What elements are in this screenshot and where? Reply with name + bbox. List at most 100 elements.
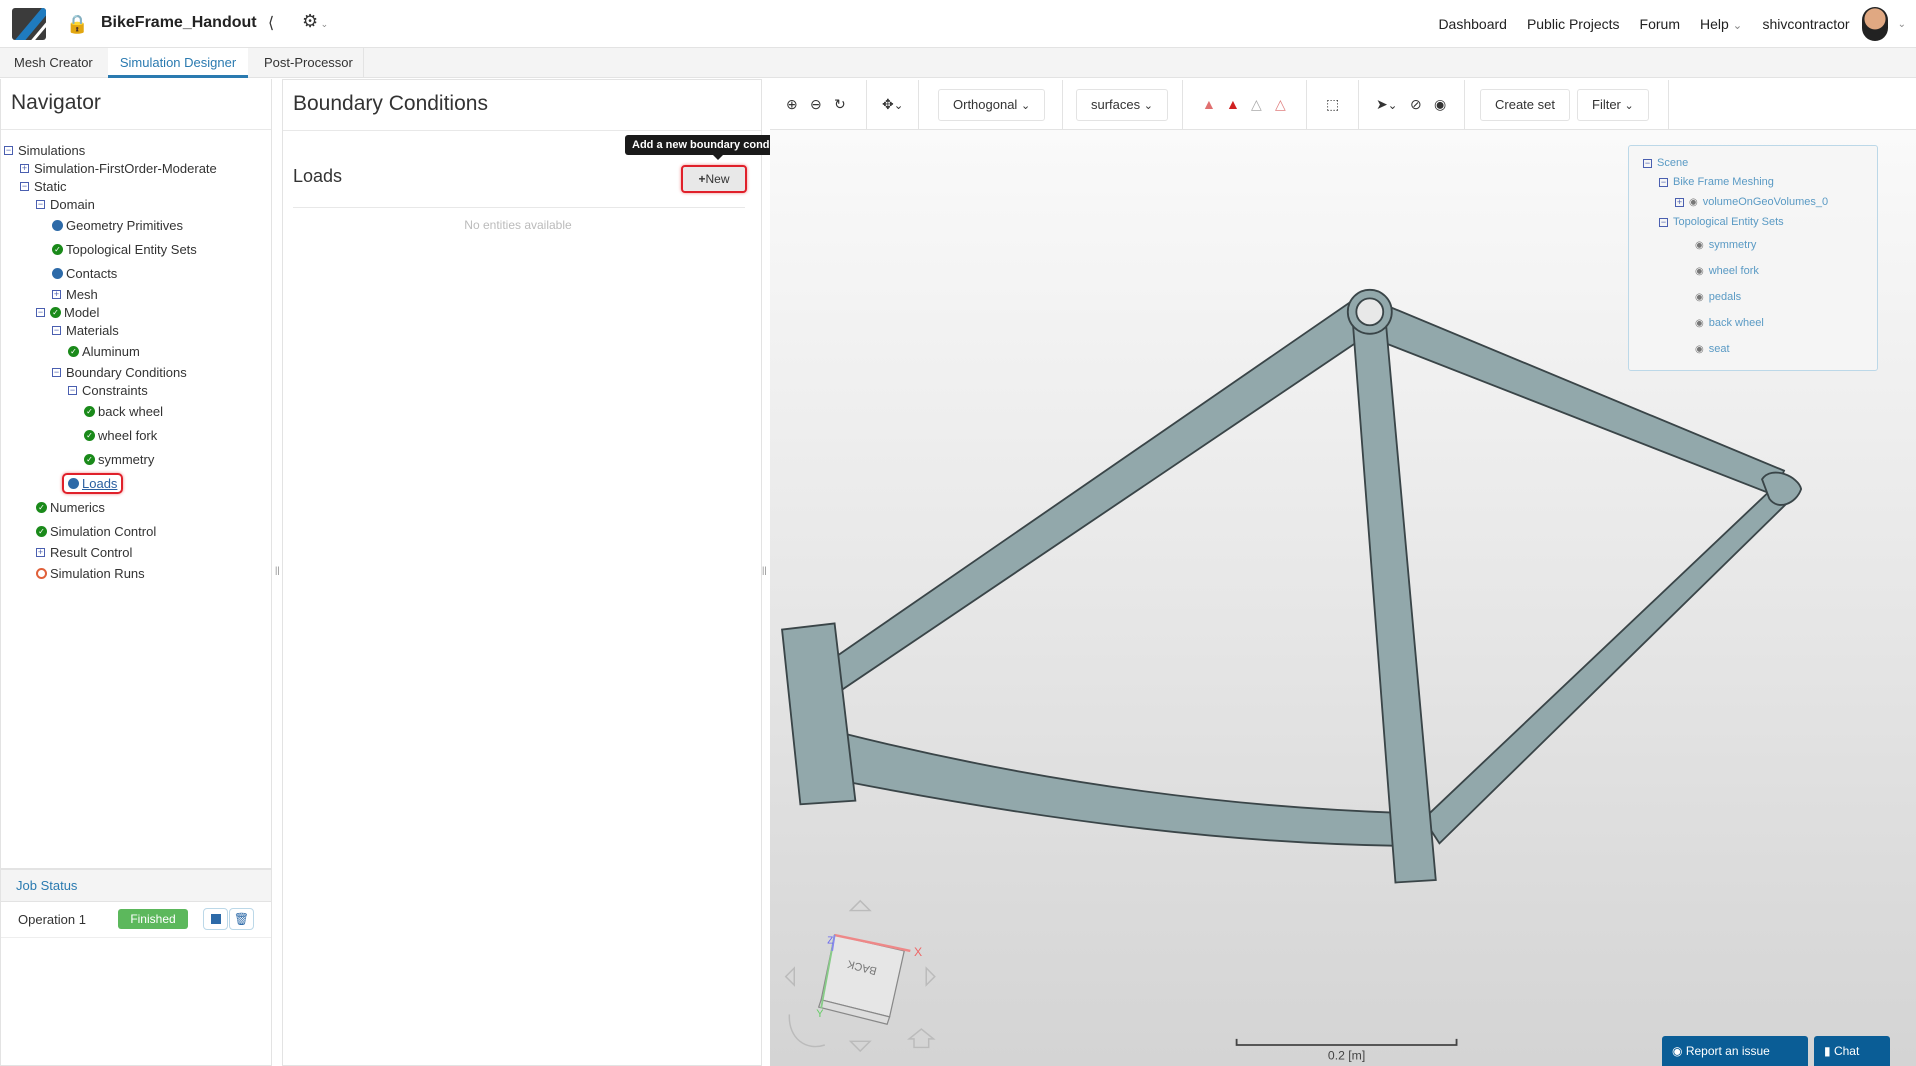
collapse-icon[interactable]: −	[20, 182, 29, 191]
box-select-icon[interactable]: ⬚	[1326, 96, 1339, 113]
pan-icon[interactable]: ✥⌄	[882, 96, 904, 113]
render-mode-dropdown[interactable]: surfaces ⌄	[1076, 89, 1168, 121]
tree-item[interactable]: − Domain	[36, 197, 95, 212]
projection-dropdown[interactable]: Orthogonal ⌄	[938, 89, 1046, 121]
tree-item[interactable]: − Simulations	[4, 143, 85, 158]
expand-icon[interactable]: +	[52, 290, 61, 299]
tree-item[interactable]: Contacts	[52, 266, 117, 281]
eye-icon[interactable]: ◉	[1689, 197, 1698, 208]
selected-highlight[interactable]: Loads	[62, 473, 124, 494]
filter-dropdown[interactable]: Filter ⌄	[1577, 89, 1649, 121]
nav-help[interactable]: Help ⌄	[1700, 16, 1742, 32]
select-volume-icon[interactable]: ▲	[1202, 96, 1216, 112]
tree-item[interactable]: ✓ wheel fork	[84, 428, 157, 443]
empty-state: No entities available	[464, 218, 572, 232]
zoom-out-icon[interactable]: ⊖	[810, 96, 822, 113]
select-face-icon[interactable]: ▲	[1226, 96, 1240, 112]
eye-icon[interactable]: ◉	[1695, 344, 1704, 355]
scene-tree-label: seat	[1708, 343, 1730, 355]
delete-button[interactable]: 🗑	[229, 908, 254, 930]
tree-item[interactable]: − Boundary Conditions	[52, 365, 187, 380]
scene-tree-item[interactable]: − Bike Frame Meshing	[1659, 176, 1774, 188]
nav-dashboard[interactable]: Dashboard	[1438, 16, 1507, 32]
tab-simulation-designer[interactable]: Simulation Designer	[108, 48, 248, 78]
tab-mesh-creator[interactable]: Mesh Creator	[4, 48, 103, 78]
scene-tree-item[interactable]: ◉ symmetry	[1695, 239, 1756, 251]
eye-icon[interactable]: ◉	[1695, 240, 1704, 251]
collapse-icon[interactable]: −	[36, 308, 45, 317]
tree-item-label: Materials	[66, 323, 119, 338]
create-set-button[interactable]: Create set	[1480, 89, 1570, 121]
eye-icon[interactable]: ◉	[1695, 318, 1704, 329]
panel-title: Boundary Conditions	[293, 92, 488, 115]
chat-label: Chat	[1833, 1044, 1860, 1058]
camera-icon: ◉	[1672, 1044, 1686, 1058]
report-label: Report an issue	[1685, 1044, 1770, 1058]
tree-item[interactable]: ✓ Aluminum	[68, 344, 140, 359]
tree-item[interactable]: ✓ Topological Entity Sets	[52, 242, 197, 257]
tree-item[interactable]: ✓ symmetry	[84, 452, 154, 467]
tree-item[interactable]: Simulation Runs	[36, 566, 145, 581]
lock-icon: 🔒	[66, 14, 89, 34]
tree-item[interactable]: ✓ back wheel	[84, 404, 163, 419]
tree-item[interactable]: − Static	[20, 179, 67, 194]
zoom-in-icon[interactable]: ⊕	[786, 96, 798, 113]
gear-icon[interactable]: ⚙ ⌄	[302, 11, 328, 32]
tree-item[interactable]: Geometry Primitives	[52, 218, 183, 233]
expand-icon[interactable]: +	[20, 164, 29, 173]
panel-splitter[interactable]: ||	[275, 565, 280, 575]
tree-item[interactable]: Loads	[62, 473, 124, 494]
new-load-button[interactable]: +New	[681, 165, 747, 193]
reset-view-icon[interactable]: ↻	[834, 96, 846, 113]
tree-item[interactable]: ✓ Simulation Control	[36, 524, 156, 539]
pointer-icon[interactable]: ➤⌄	[1376, 96, 1398, 113]
filter-label: Filter	[1592, 97, 1621, 112]
nav-forum[interactable]: Forum	[1640, 16, 1680, 32]
share-icon[interactable]: ⟨	[268, 13, 274, 33]
check-icon: ✓	[84, 406, 95, 417]
hide-icon[interactable]: ⊘	[1410, 96, 1422, 113]
workflow-tabs: Mesh Creator Simulation Designer Post-Pr…	[0, 48, 1916, 78]
tree-item[interactable]: + Result Control	[36, 545, 132, 560]
eye-icon[interactable]: ◉	[1695, 266, 1704, 277]
tree-item[interactable]: − Constraints	[68, 383, 148, 398]
select-edge-icon[interactable]: △	[1251, 96, 1262, 113]
status-dot-icon	[52, 268, 63, 279]
collapse-icon[interactable]: −	[4, 146, 13, 155]
user-name[interactable]: shivcontractor	[1762, 16, 1849, 32]
chevron-down-icon[interactable]: ⌄	[1898, 19, 1906, 30]
expand-icon[interactable]: +	[1675, 197, 1684, 207]
tree-item[interactable]: − Materials	[52, 323, 119, 338]
collapse-icon[interactable]: −	[1643, 158, 1652, 168]
scene-tree-item[interactable]: ◉ pedals	[1695, 291, 1741, 303]
tree-item[interactable]: + Simulation-FirstOrder-Moderate	[20, 161, 217, 176]
scene-tree-item[interactable]: + ◉ volumeOnGeoVolumes_0	[1675, 196, 1828, 208]
collapse-icon[interactable]: −	[52, 368, 61, 377]
report-issue-button[interactable]: ◉ Report an issue	[1662, 1036, 1808, 1066]
scene-tree-item[interactable]: ◉ wheel fork	[1695, 265, 1759, 277]
collapse-icon[interactable]: −	[1659, 177, 1668, 187]
scene-tree-item[interactable]: ◉ seat	[1695, 343, 1730, 355]
expand-icon[interactable]: +	[36, 548, 45, 557]
collapse-icon[interactable]: −	[1659, 217, 1668, 227]
select-node-icon[interactable]: △	[1275, 96, 1286, 113]
scene-tree-item[interactable]: − Topological Entity Sets	[1659, 216, 1784, 228]
tab-post-processor[interactable]: Post-Processor	[254, 48, 364, 78]
collapse-icon[interactable]: −	[68, 386, 77, 395]
avatar[interactable]	[1861, 7, 1888, 41]
nav-public-projects[interactable]: Public Projects	[1527, 16, 1620, 32]
tree-item[interactable]: ✓ Numerics	[36, 500, 105, 515]
eye-icon[interactable]: ◉	[1434, 96, 1446, 113]
tree-item[interactable]: − ✓ Model	[36, 305, 99, 320]
tree-item[interactable]: + Mesh	[52, 287, 98, 302]
collapse-icon[interactable]: −	[52, 326, 61, 335]
stop-button[interactable]	[203, 908, 228, 930]
scene-tree-item[interactable]: − Scene	[1643, 157, 1688, 169]
scene-tree-item[interactable]: ◉ back wheel	[1695, 317, 1764, 329]
eye-icon[interactable]: ◉	[1695, 292, 1704, 303]
chat-button[interactable]: ▮ Chat	[1814, 1036, 1890, 1066]
tree-item-label: Numerics	[50, 500, 105, 515]
collapse-icon[interactable]: −	[36, 200, 45, 209]
logo[interactable]	[12, 8, 46, 40]
panel-splitter[interactable]: ||	[762, 565, 767, 575]
